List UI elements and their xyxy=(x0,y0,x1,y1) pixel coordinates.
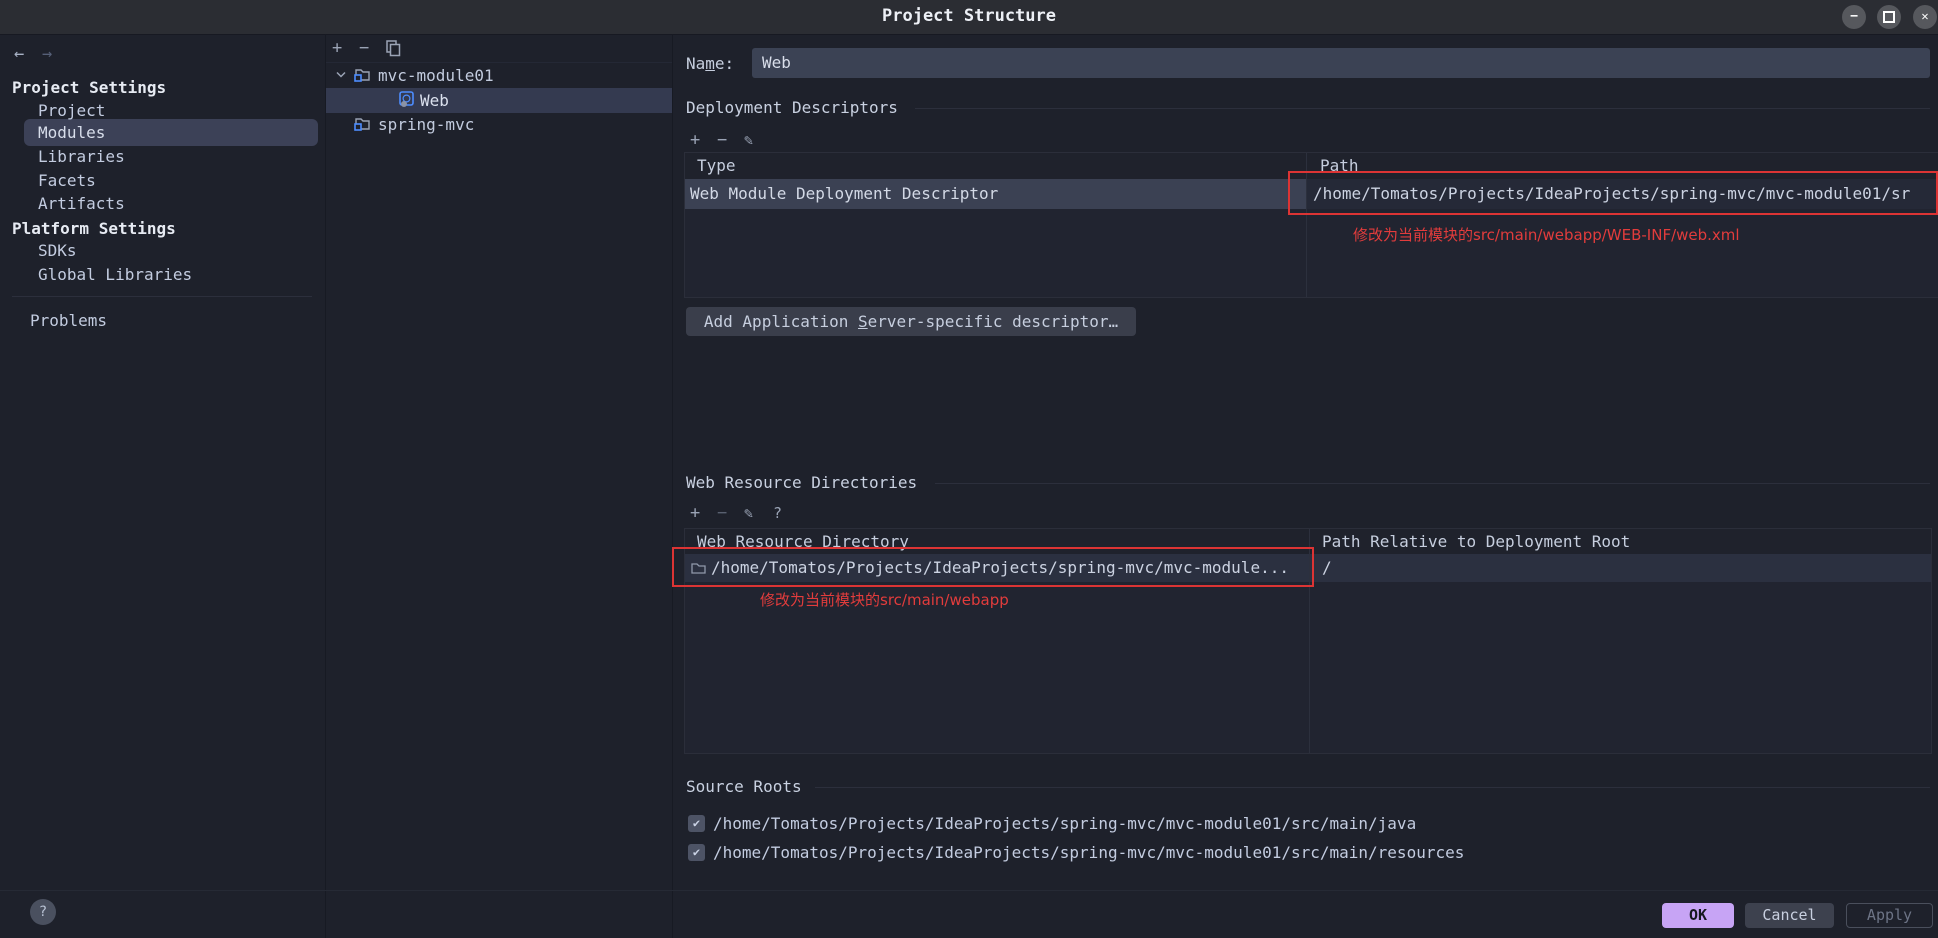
tree-selection-highlight xyxy=(326,88,672,113)
sidebar-item-libraries[interactable]: Libraries xyxy=(38,146,125,168)
close-icon: ✕ xyxy=(1921,9,1928,23)
minimize-icon: − xyxy=(1850,9,1858,24)
sidebar-divider xyxy=(325,34,326,938)
sidebar-item-project[interactable]: Project xyxy=(38,100,105,122)
section-platform-settings: Platform Settings xyxy=(12,218,176,239)
tree-item-spring-mvc[interactable]: spring-mvc xyxy=(378,114,474,136)
module-icon xyxy=(354,66,371,83)
chevron-down-icon[interactable] xyxy=(336,71,346,78)
dd-edit-icon[interactable]: ✎ xyxy=(744,130,753,150)
annotation-text-webxml: 修改为当前模块的src/main/webapp/WEB-INF/web.xml xyxy=(1353,224,1740,245)
dialog-title: Project Structure xyxy=(0,6,1938,26)
copy-icon[interactable] xyxy=(386,40,401,57)
close-button[interactable]: ✕ xyxy=(1913,5,1937,29)
name-input[interactable]: Web xyxy=(752,48,1930,78)
sidebar-item-global-libraries[interactable]: Global Libraries xyxy=(38,264,192,286)
wrd-remove-icon[interactable]: − xyxy=(717,503,727,523)
wrd-row-path-cell[interactable]: / xyxy=(1310,554,1931,582)
wrd-col-path[interactable]: Path Relative to Deployment Root xyxy=(1322,529,1630,554)
tree-item-mvc-module01[interactable]: mvc-module01 xyxy=(378,65,494,87)
ok-button[interactable]: OK xyxy=(1662,903,1734,928)
minimize-button[interactable]: − xyxy=(1842,5,1866,29)
tree-item-web[interactable]: Web xyxy=(420,90,449,112)
name-value: Web xyxy=(762,53,791,72)
web-facet-icon xyxy=(398,91,416,109)
dd-row-type-cell[interactable]: Web Module Deployment Descriptor xyxy=(685,179,1306,209)
sidebar-item-artifacts[interactable]: Artifacts xyxy=(38,193,125,215)
source-roots-rule xyxy=(815,787,1930,788)
dd-add-icon[interactable]: + xyxy=(690,130,700,150)
tree-remove-icon[interactable]: − xyxy=(359,38,369,58)
wrd-help-icon[interactable]: ? xyxy=(773,503,782,523)
web-resource-directories-rule xyxy=(935,483,1930,484)
name-label: Name: xyxy=(686,53,734,74)
add-app-server-descriptor-button[interactable]: Add Application Server-specific descript… xyxy=(686,307,1136,336)
help-button[interactable]: ? xyxy=(30,899,56,925)
maximize-button[interactable] xyxy=(1877,5,1901,29)
wrd-add-icon[interactable]: + xyxy=(690,503,700,523)
tree-divider xyxy=(672,34,673,938)
check-icon: ✔ xyxy=(693,845,700,859)
maximize-icon xyxy=(1883,11,1895,23)
footer-separator xyxy=(0,890,1938,891)
check-icon: ✔ xyxy=(693,816,700,830)
tree-toolbar-separator xyxy=(326,62,672,63)
question-icon: ? xyxy=(39,904,47,920)
source-root-path-java: /home/Tomatos/Projects/IdeaProjects/spri… xyxy=(713,814,1416,834)
title-bar: Project Structure − ✕ xyxy=(0,0,1938,35)
forward-arrow-icon[interactable]: → xyxy=(42,44,52,64)
source-roots-title: Source Roots xyxy=(686,777,802,797)
source-root-checkbox[interactable]: ✔ xyxy=(688,815,705,832)
section-project-settings: Project Settings xyxy=(12,77,166,98)
dd-remove-icon[interactable]: − xyxy=(717,130,727,150)
sidebar-item-problems[interactable]: Problems xyxy=(30,310,107,332)
tree-add-icon[interactable]: + xyxy=(332,38,342,58)
cancel-button[interactable]: Cancel xyxy=(1745,903,1834,928)
dd-col-type[interactable]: Type xyxy=(697,153,736,179)
apply-button[interactable]: Apply xyxy=(1846,903,1933,928)
source-root-checkbox[interactable]: ✔ xyxy=(688,844,705,861)
deployment-descriptors-title: Deployment Descriptors xyxy=(686,98,898,118)
sidebar-item-facets[interactable]: Facets xyxy=(38,170,96,192)
annotation-box-path xyxy=(1288,171,1938,215)
annotation-text-webapp: 修改为当前模块的src/main/webapp xyxy=(760,589,1009,610)
deployment-descriptors-rule xyxy=(915,108,1930,109)
back-arrow-icon[interactable]: ← xyxy=(14,44,24,64)
sidebar-separator xyxy=(12,296,312,297)
module-icon xyxy=(354,115,371,132)
sidebar-item-modules[interactable]: Modules xyxy=(38,122,105,144)
annotation-box-directory xyxy=(672,547,1314,587)
wrd-edit-icon[interactable]: ✎ xyxy=(744,503,753,523)
project-structure-dialog: Project Structure − ✕ ← → Project Settin… xyxy=(0,0,1938,938)
source-root-path-resources: /home/Tomatos/Projects/IdeaProjects/spri… xyxy=(713,843,1464,863)
sidebar-item-sdks[interactable]: SDKs xyxy=(38,240,77,262)
web-resource-directories-title: Web Resource Directories xyxy=(686,473,917,493)
